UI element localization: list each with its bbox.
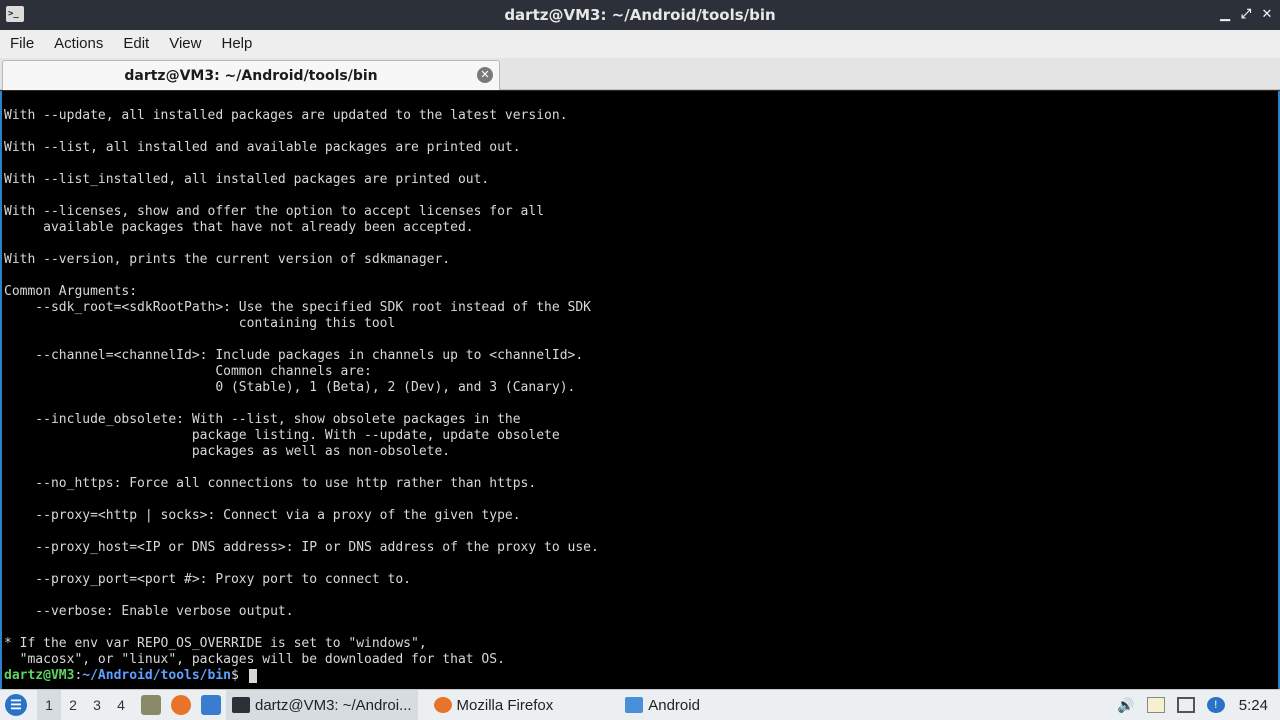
window-titlebar: >_ dartz@VM3: ~/Android/tools/bin ▁ ⤢ ✕ [0,0,1280,30]
prompt-separator: : [74,668,83,683]
show-desktop-icon[interactable] [201,695,221,715]
clipboard-icon[interactable] [1146,697,1165,713]
prompt-path: ~/Android/tools/bin [82,668,231,683]
terminal-line: --channel=<channelId>: Include packages … [4,348,584,363]
terminal-line: available packages that have not already… [4,220,474,235]
text-cursor [248,669,257,683]
firefox-icon[interactable] [171,695,191,715]
terminal-line: With --list, all installed and available… [4,140,521,155]
terminal-line: --include_obsolete: With --list, show ob… [4,412,521,427]
start-menu-icon[interactable]: ☰ [5,694,27,716]
firefox-icon [433,697,452,713]
terminal-line: 0 (Stable), 1 (Beta), 2 (Dev), and 3 (Ca… [4,380,576,395]
menu-bar: File Actions Edit View Help [0,30,1280,58]
menu-file[interactable]: File [0,30,44,58]
system-tray: 🔊 ! 5:24 [1111,690,1280,720]
display-icon[interactable] [1176,697,1195,713]
terminal-line: * If the env var REPO_OS_OVERRIDE is set… [4,636,427,651]
terminal-line: packages as well as non-obsolete. [4,444,451,459]
terminal-line: package listing. With --update, update o… [4,428,560,443]
terminal-line: --proxy_host=<IP or DNS address>: IP or … [4,540,599,555]
terminal-line: --sdk_root=<sdkRootPath>: Use the specif… [4,300,591,315]
terminal-line: --proxy_port=<port #>: Proxy port to con… [4,572,411,587]
shell-prompt[interactable]: dartz@VM3: ~/Android/tools/bin $ [4,668,599,684]
menu-actions[interactable]: Actions [44,30,113,58]
terminal-line: "macosx", or "linux", packages will be d… [4,652,505,667]
menu-help[interactable]: Help [211,30,262,58]
folder-icon [625,697,644,713]
tab-terminal[interactable]: dartz@VM3: ~/Android/tools/bin ✕ [2,60,500,90]
prompt-user: dartz@VM3 [4,668,75,683]
tab-label: dartz@VM3: ~/Android/tools/bin [124,67,378,84]
taskbar: ☰ 1 2 3 4 dartz@VM3: ~/Androi... Mozilla… [0,689,1280,720]
tab-bar: dartz@VM3: ~/Android/tools/bin ✕ [0,58,1280,90]
terminal-line: With --version, prints the current versi… [4,252,451,267]
terminal-line: --verbose: Enable verbose output. [4,604,294,619]
terminal-line: containing this tool [4,316,396,331]
task-label: Android [648,696,700,714]
task-android-folder[interactable]: Android [619,690,706,720]
minimize-button[interactable]: ▁ [1215,5,1235,25]
close-icon[interactable]: ✕ [477,67,493,83]
task-label: Mozilla Firefox [456,696,554,714]
terminal-line: With --update, all installed packages ar… [4,108,568,123]
file-manager-icon[interactable] [141,695,161,715]
close-button[interactable]: ✕ [1257,5,1277,25]
task-label: dartz@VM3: ~/Androi... [255,696,412,714]
terminal-output: With --update, all installed packages ar… [4,108,599,684]
terminal-line: With --licenses, show and offer the opti… [4,204,545,219]
terminal-line: Common Arguments: [4,284,138,299]
task-terminal[interactable]: dartz@VM3: ~/Androi... [226,690,418,720]
menu-view[interactable]: View [159,30,211,58]
desktop-4-button[interactable]: 4 [109,690,133,720]
window-title: dartz@VM3: ~/Android/tools/bin [504,6,776,24]
terminal-view[interactable]: With --update, all installed packages ar… [0,91,1280,689]
task-firefox[interactable]: Mozilla Firefox [428,690,560,720]
update-notifier-icon[interactable]: ! [1206,697,1225,713]
terminal-icon [232,697,250,713]
maximize-button[interactable]: ⤢ [1236,5,1256,25]
desktop-2-button[interactable]: 2 [61,690,85,720]
desktop-1-button[interactable]: 1 [37,690,61,720]
desktop-3-button[interactable]: 3 [85,690,109,720]
volume-icon[interactable]: 🔊 [1117,697,1135,713]
terminal-line: With --list_installed, all installed pac… [4,172,490,187]
prompt-dollar: $ [231,668,247,683]
clock[interactable]: 5:24 [1239,697,1268,714]
terminal-icon: >_ [6,6,24,22]
menu-edit[interactable]: Edit [113,30,159,58]
terminal-line: --proxy=<http | socks>: Connect via a pr… [4,508,521,523]
terminal-line: --no_https: Force all connections to use… [4,476,537,491]
terminal-line: Common channels are: [4,364,372,379]
